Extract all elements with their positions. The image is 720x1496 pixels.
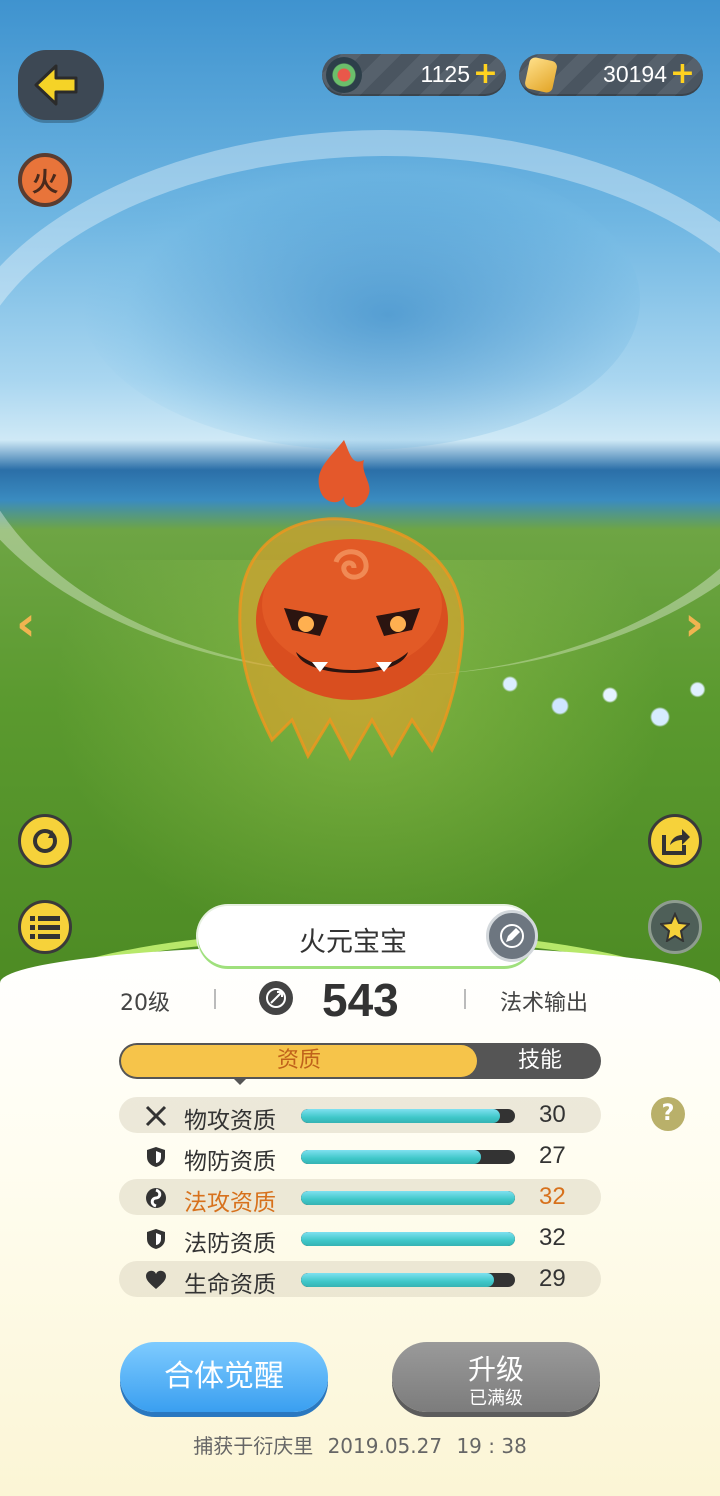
shield-icon <box>147 1229 165 1249</box>
shield-icon <box>147 1147 165 1167</box>
stat-bar-fill <box>301 1150 481 1164</box>
stat-label: 法攻资质 <box>184 1190 276 1216</box>
stat-row: 物防资质 27 <box>119 1138 601 1175</box>
stat-bar-fill <box>301 1191 515 1205</box>
share-icon <box>662 829 690 855</box>
upgrade-status: 已满级 <box>469 1388 523 1409</box>
capture-time: 19 : 38 <box>456 1434 527 1458</box>
magic-swirl-icon <box>146 1188 166 1208</box>
stat-row: 物攻资质 30 <box>119 1097 601 1134</box>
pet-role: 法术输出 <box>500 991 589 1016</box>
heart-icon <box>146 1270 166 1289</box>
previous-pet-button[interactable]: ‹ <box>16 600 36 648</box>
currency-gem-bar[interactable]: 1125 + <box>322 54 506 96</box>
currency-gold-bar[interactable]: 30194 + <box>519 54 703 96</box>
pet-summary-row: 20级 543 法术输出 <box>0 974 720 1026</box>
gold-crystal-icon <box>523 56 559 94</box>
fire-element-badge: 火 <box>18 153 72 207</box>
stat-label: 生命资质 <box>184 1272 276 1298</box>
info-tabs: 资质 技能 <box>119 1043 601 1079</box>
stat-bar <box>301 1150 515 1164</box>
upgrade-button[interactable]: 升级 已满级 <box>392 1342 600 1412</box>
fire-pet-monster <box>238 440 465 762</box>
stat-bar <box>301 1273 515 1287</box>
capture-place: 捕获于衍庆里 <box>193 1434 314 1458</box>
divider <box>464 989 466 1009</box>
gem-count: 1125 <box>420 61 470 87</box>
back-arrow-icon <box>34 64 78 106</box>
gold-count: 30194 <box>603 61 667 87</box>
stat-bar <box>301 1232 515 1246</box>
tab-pointer <box>232 1077 248 1085</box>
stat-bar <box>301 1191 515 1205</box>
list-button[interactable] <box>18 900 72 954</box>
stat-value: 32 <box>539 1183 566 1210</box>
lotus-gem-icon <box>326 57 362 93</box>
stat-label: 物防资质 <box>184 1149 276 1175</box>
combat-power-value: 543 <box>322 974 399 1026</box>
stat-bar-fill <box>301 1109 501 1123</box>
awaken-button[interactable]: 合体觉醒 <box>120 1342 328 1412</box>
stat-value: 29 <box>539 1265 566 1292</box>
floating-island <box>80 150 640 450</box>
stat-value: 32 <box>539 1224 566 1251</box>
capture-info: 捕获于衍庆里 2019.05.27 19 : 38 <box>0 1430 720 1459</box>
stat-bar-fill <box>301 1273 494 1287</box>
stat-bar <box>301 1109 515 1123</box>
stat-bar-fill <box>301 1232 515 1246</box>
refresh-button[interactable] <box>18 814 72 868</box>
pet-name-plate: 火元宝宝 <box>198 906 538 966</box>
stat-value: 27 <box>539 1142 566 1169</box>
tab-aptitude[interactable]: 资质 <box>121 1045 477 1077</box>
star-icon <box>660 912 690 942</box>
pet-name: 火元宝宝 <box>299 927 407 958</box>
combat-power-icon <box>259 981 293 1015</box>
stat-row: 法防资质 32 <box>119 1220 601 1257</box>
stat-row: 生命资质 29 <box>119 1261 601 1298</box>
upgrade-label: 升级 <box>467 1353 524 1386</box>
next-pet-button[interactable]: › <box>684 600 704 648</box>
divider <box>214 989 216 1009</box>
tab-skills[interactable]: 技能 <box>479 1043 601 1079</box>
pencil-icon <box>500 924 524 948</box>
capture-date: 2019.05.27 <box>327 1434 443 1458</box>
add-gold-button[interactable]: + <box>670 56 695 92</box>
stat-label: 物攻资质 <box>184 1108 276 1134</box>
stat-value: 30 <box>539 1101 566 1128</box>
flowers <box>460 640 710 750</box>
stat-label: 法防资质 <box>184 1231 276 1257</box>
swords-icon <box>145 1105 167 1127</box>
stat-row-highlight: 法攻资质 32 <box>119 1179 601 1216</box>
rename-button[interactable] <box>486 910 538 962</box>
back-button[interactable] <box>18 50 104 120</box>
help-button[interactable]: ? <box>651 1097 685 1131</box>
favorite-button[interactable] <box>648 900 702 954</box>
list-icon <box>30 916 60 939</box>
share-button[interactable] <box>648 814 702 868</box>
refresh-icon <box>33 829 57 853</box>
add-gem-button[interactable]: + <box>473 56 498 92</box>
pet-level: 20级 <box>120 991 170 1016</box>
